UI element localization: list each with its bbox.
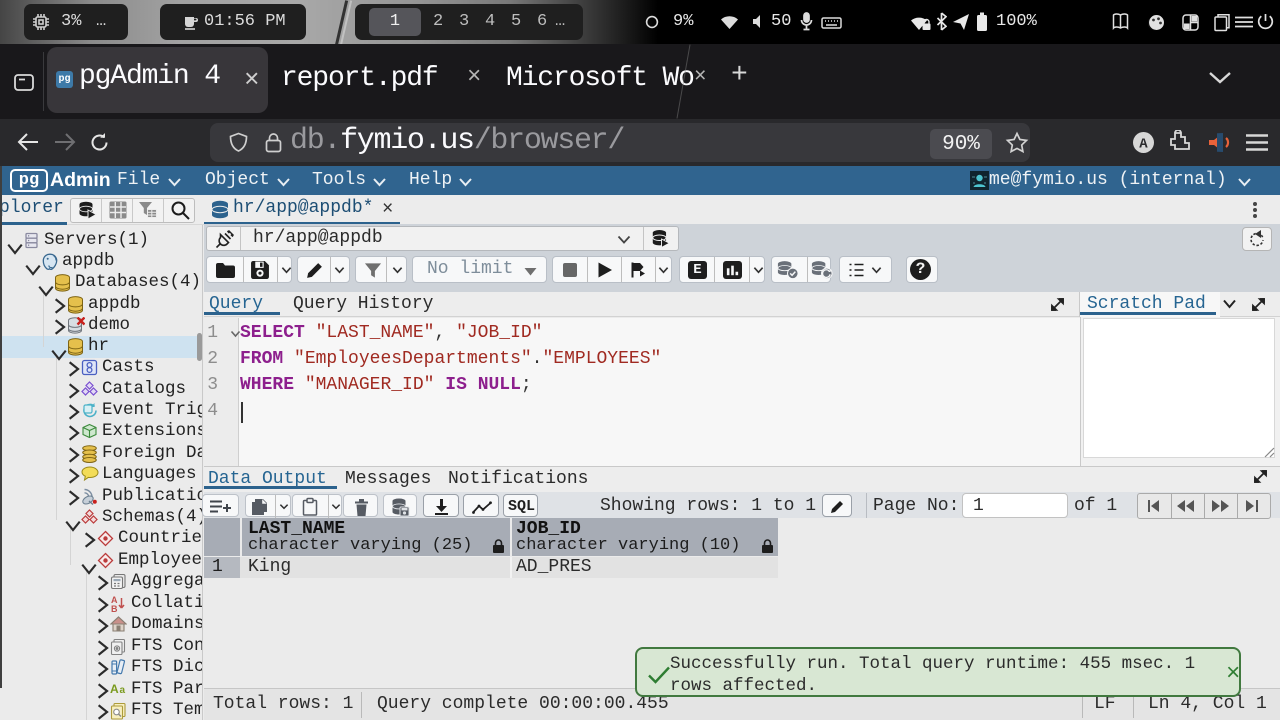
svg-text:A: A — [1139, 137, 1148, 153]
svg-text:A: A — [110, 682, 119, 696]
svg-text:B: B — [111, 604, 118, 613]
svg-text:a: a — [120, 685, 126, 696]
